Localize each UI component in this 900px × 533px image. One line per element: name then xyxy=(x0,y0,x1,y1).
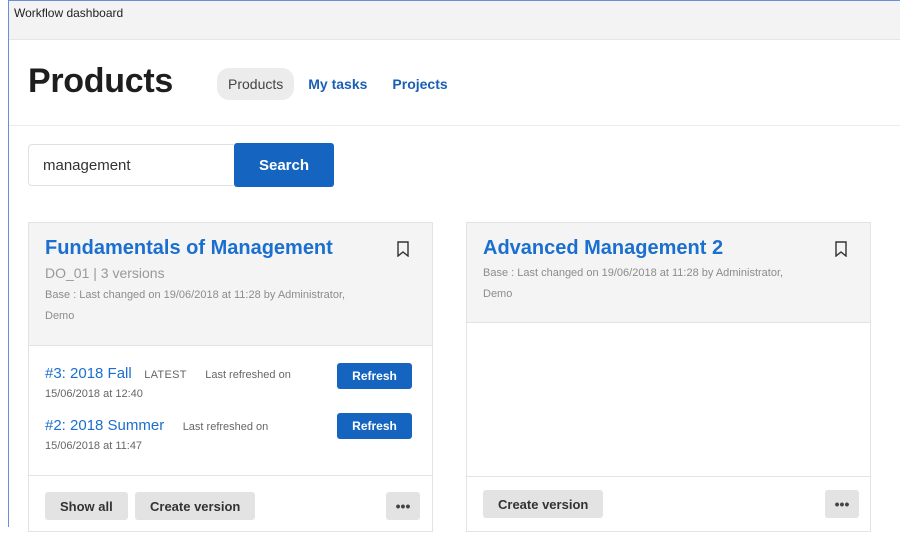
version-row: #2: 2018 Summer Last refreshed on 15/06/… xyxy=(45,417,268,452)
card-body: #3: 2018 Fall LATEST Last refreshed on 1… xyxy=(29,346,432,476)
version-row: #3: 2018 Fall LATEST Last refreshed on 1… xyxy=(45,365,291,400)
bookmark-icon[interactable] xyxy=(834,241,848,257)
refresh-button[interactable]: Refresh xyxy=(337,363,412,389)
card-title[interactable]: Advanced Management 2 xyxy=(483,237,723,260)
card-title[interactable]: Fundamentals of Management xyxy=(45,237,333,260)
card-code: DO_01 | 3 versions xyxy=(45,265,165,281)
refresh-button[interactable]: Refresh xyxy=(337,413,412,439)
card-header: Advanced Management 2 Base : Last change… xyxy=(467,223,870,323)
create-version-button[interactable]: Create version xyxy=(483,490,604,518)
last-refreshed-date: 15/06/2018 at 11:47 xyxy=(45,440,143,452)
show-all-button[interactable]: Show all xyxy=(45,492,128,520)
card-meta: Base : Last changed on 19/06/2018 at 11:… xyxy=(483,263,783,305)
page-title: Products xyxy=(28,62,173,100)
product-card: Fundamentals of Management DO_01 | 3 ver… xyxy=(28,222,433,532)
nav-my-tasks[interactable]: My tasks xyxy=(297,68,378,100)
bookmark-icon[interactable] xyxy=(396,241,410,257)
card-meta-line: Demo xyxy=(45,310,75,322)
nav-products[interactable]: Products xyxy=(217,68,295,100)
nav-projects[interactable]: Projects xyxy=(381,68,458,100)
last-refreshed-label: Last refreshed on xyxy=(205,369,291,381)
last-refreshed-label: Last refreshed on xyxy=(182,421,269,433)
card-meta-line: Demo xyxy=(483,288,513,300)
version-link[interactable]: #3: 2018 Fall xyxy=(45,365,132,382)
last-refreshed-date: 15/06/2018 at 12:40 xyxy=(45,388,143,400)
more-options-button[interactable]: ••• xyxy=(825,490,859,518)
product-card: Advanced Management 2 Base : Last change… xyxy=(466,222,871,532)
version-link[interactable]: #2: 2018 Summer xyxy=(45,417,164,434)
more-options-button[interactable]: ••• xyxy=(386,492,420,520)
card-footer: Show all Create version ••• xyxy=(29,475,432,532)
card-meta: Base : Last changed on 19/06/2018 at 11:… xyxy=(45,285,345,327)
card-footer: Create version ••• xyxy=(467,476,870,533)
card-header: Fundamentals of Management DO_01 | 3 ver… xyxy=(29,223,432,346)
window-titlebar: Workflow dashboard xyxy=(9,1,900,40)
app-window: Workflow dashboard Products Products My … xyxy=(8,0,900,532)
create-version-button[interactable]: Create version xyxy=(135,492,256,520)
window-title: Workflow dashboard xyxy=(14,6,124,20)
card-meta-line: Base : Last changed on 19/06/2018 at 11:… xyxy=(483,267,784,279)
latest-badge: LATEST xyxy=(144,369,187,381)
main-nav: Products My tasks Projects xyxy=(217,68,462,100)
page-header: Products Products My tasks Projects xyxy=(9,40,900,126)
search-input[interactable] xyxy=(28,144,234,186)
search-button[interactable]: Search xyxy=(234,143,334,187)
card-meta-line: Base : Last changed on 19/06/2018 at 11:… xyxy=(45,289,346,301)
